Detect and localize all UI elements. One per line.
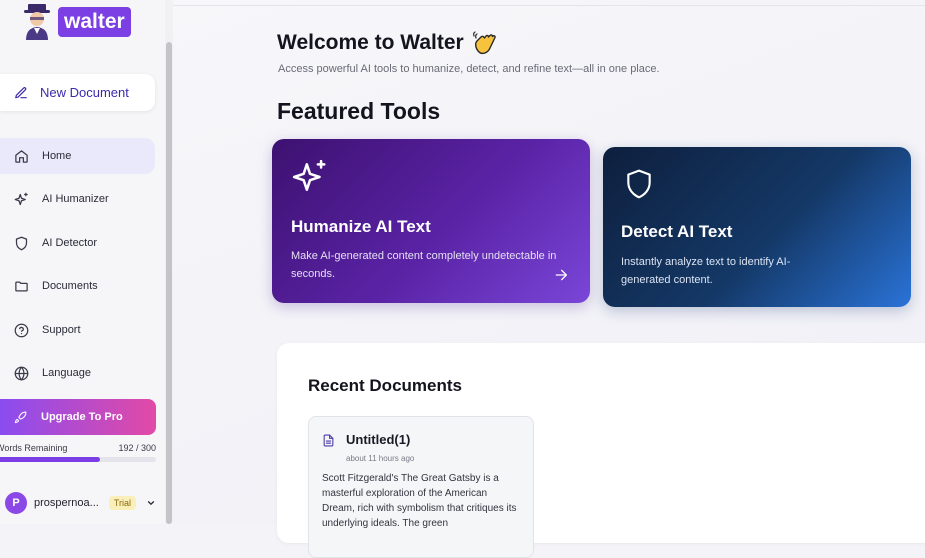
- words-remaining-progress-bar: [0, 457, 156, 462]
- help-circle-icon: [14, 323, 29, 337]
- recent-documents-heading: Recent Documents: [308, 376, 462, 395]
- sparkles-icon: [292, 159, 326, 191]
- arrow-right-icon[interactable]: [553, 267, 569, 283]
- shield-icon: [15, 236, 28, 250]
- document-title: Untitled(1): [346, 432, 411, 447]
- sidebar-item-label: Home: [42, 150, 72, 162]
- sidebar-item-ai-detector[interactable]: AI Detector: [0, 225, 155, 261]
- welcome-title: Welcome to Walter: [277, 31, 464, 54]
- walter-mascot-icon: [24, 4, 50, 40]
- words-remaining-progress-fill: [0, 457, 100, 462]
- sidebar-item-support[interactable]: Support: [0, 312, 155, 348]
- top-divider: [173, 5, 925, 6]
- sidebar-scrollbar[interactable]: [165, 0, 173, 524]
- folder-icon: [15, 281, 28, 291]
- edit-icon: [15, 86, 27, 98]
- sidebar-item-label: AI Detector: [42, 237, 98, 249]
- tool-title: Detect AI Text: [621, 222, 733, 241]
- app-logo[interactable]: walter: [20, 4, 131, 40]
- sidebar-item-label: Language: [42, 367, 91, 379]
- globe-icon: [14, 366, 29, 380]
- sparkles-icon: [14, 192, 28, 205]
- user-menu[interactable]: P prospernoa... Trial: [5, 490, 160, 516]
- document-timestamp: about 11 hours ago: [346, 454, 415, 463]
- sidebar-item-ai-humanizer[interactable]: AI Humanizer: [0, 181, 155, 217]
- shield-icon: [627, 169, 651, 199]
- document-excerpt: Scott Fitzgerald's The Great Gatsby is a…: [322, 473, 517, 529]
- upgrade-label: Upgrade To Pro: [41, 411, 123, 423]
- sidebar-item-label: Support: [42, 324, 81, 336]
- tool-description: Instantly analyze text to identify AI-ge…: [621, 256, 791, 286]
- new-document-label: New Document: [40, 85, 129, 100]
- featured-tools-heading: Featured Tools: [277, 98, 441, 124]
- page-title: Welcome to Walter: [277, 30, 498, 56]
- sidebar: walter New Document Home AI Humanizer AI…: [0, 0, 165, 524]
- tool-description: Make AI-generated content completely und…: [291, 250, 557, 280]
- recent-documents-panel: Recent Documents Untitled(1) about 11 ho…: [277, 343, 925, 558]
- avatar: P: [5, 492, 27, 514]
- document-icon: [323, 434, 334, 447]
- sidebar-item-documents[interactable]: Documents: [0, 268, 155, 304]
- upgrade-to-pro-button[interactable]: Upgrade To Pro: [0, 399, 156, 435]
- detect-ai-text-card[interactable]: Detect AI Text Instantly analyze text to…: [603, 147, 911, 307]
- waving-hand-icon: [472, 31, 496, 55]
- sidebar-scrollbar-thumb[interactable]: [166, 42, 172, 524]
- home-icon: [15, 149, 28, 163]
- sidebar-item-label: AI Humanizer: [42, 193, 109, 205]
- new-document-button[interactable]: New Document: [0, 74, 155, 111]
- document-card[interactable]: Untitled(1) about 11 hours ago Scott Fit…: [308, 416, 534, 558]
- plan-badge: Trial: [108, 496, 136, 510]
- rocket-icon: [14, 411, 27, 423]
- sidebar-item-label: Documents: [42, 280, 98, 292]
- user-name: prospernoa...: [34, 497, 99, 509]
- chevron-down-icon[interactable]: [146, 498, 156, 508]
- humanize-ai-text-card[interactable]: Humanize AI Text Make AI-generated conte…: [272, 139, 590, 303]
- app-name: walter: [58, 7, 131, 37]
- page-subtitle: Access powerful AI tools to humanize, de…: [278, 63, 660, 75]
- sidebar-item-language[interactable]: Language: [0, 355, 155, 391]
- words-remaining-label: Words Remaining: [0, 443, 68, 453]
- words-remaining-count: 192 / 300: [118, 443, 156, 453]
- sidebar-item-home[interactable]: Home: [0, 138, 155, 174]
- tool-title: Humanize AI Text: [291, 217, 431, 236]
